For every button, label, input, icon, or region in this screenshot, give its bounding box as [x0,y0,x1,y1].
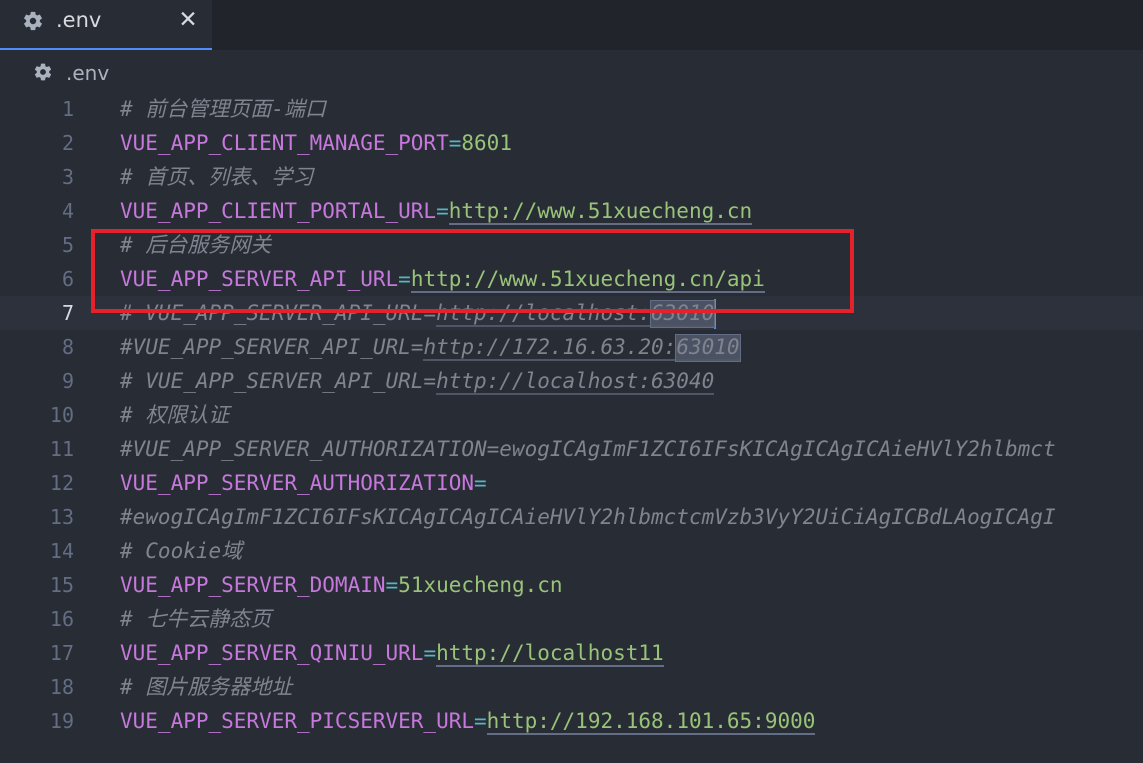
code-line[interactable]: 9 # VUE_APP_SERVER_API_URL=http://localh… [0,364,1143,398]
line-number: 9 [61,369,74,393]
env-value: 51xuecheng.cn [398,573,563,597]
url-link[interactable]: http://localhost11 [436,641,664,667]
equals-sign: = [436,199,449,223]
line-number: 16 [49,607,74,631]
equals-sign: = [398,267,411,291]
comment-text: # 图片服务器地址 [120,675,293,699]
equals-sign: = [448,131,462,155]
url-link[interactable]: http://192.168.101.65:9000 [486,709,816,735]
line-number: 4 [61,199,74,223]
env-key: VUE_APP_SERVER_AUTHORIZATION [120,471,475,495]
env-key: VUE_APP_CLIENT_MANAGE_PORT [120,131,449,155]
comment-text: # 权限认证 [120,403,230,427]
code-line[interactable]: 13 #ewogICAgImF1ZCI6IFsKICAgICAgICAieHVl… [0,500,1143,534]
comment-text: # VUE_APP_SERVER_API_URL= [120,301,437,325]
code-line[interactable]: 5 # 后台服务网关 [0,228,1143,262]
url-link[interactable]: http://www.51xuecheng.cn [448,199,753,225]
line-number: 10 [49,403,74,427]
line-number: 19 [49,709,74,733]
code-line[interactable]: 4 VUE_APP_CLIENT_PORTAL_URL=http://www.5… [0,194,1143,228]
env-key: VUE_APP_SERVER_DOMAIN [120,573,386,597]
code-line[interactable]: 12 VUE_APP_SERVER_AUTHORIZATION= [0,466,1143,500]
equals-sign: = [474,471,487,495]
equals-sign: = [385,573,399,597]
comment-text: # VUE_APP_SERVER_API_URL= [120,369,437,393]
tab-env[interactable]: .env ✕ [0,0,212,50]
line-number: 2 [61,131,74,155]
code-editor[interactable]: 1 # 前台管理页面-端口 2 VUE_APP_CLIENT_MANAGE_PO… [0,92,1143,763]
code-line[interactable]: 14 # Cookie域 [0,534,1143,568]
gear-icon [33,62,53,82]
env-key: VUE_APP_CLIENT_PORTAL_URL [120,199,437,223]
code-line[interactable]: 10 # 权限认证 [0,398,1143,432]
comment-url[interactable]: http://localhost:63040 [436,369,715,395]
line-number: 7 [61,301,74,325]
comment-text: # 首页、列表、学习 [120,165,314,189]
line-number: 1 [61,97,74,121]
code-line[interactable]: 16 # 七牛云静态页 [0,602,1143,636]
code-line-current[interactable]: 7 # VUE_APP_SERVER_API_URL=http://localh… [0,296,1143,330]
env-key: VUE_APP_SERVER_QINIU_URL [120,641,424,665]
code-line[interactable]: 18 # 图片服务器地址 [0,670,1143,704]
comment-text: # 后台服务网关 [120,233,272,257]
line-number: 17 [49,641,74,665]
line-number: 15 [49,573,74,597]
line-number: 5 [61,233,74,257]
line-number: 18 [49,675,74,699]
line-number: 12 [49,471,74,495]
tab-bar: .env ✕ [0,0,1143,50]
line-number: 11 [49,437,74,461]
url-link[interactable]: http://www.51xuecheng.cn/api [410,267,765,293]
code-line[interactable]: 11 #VUE_APP_SERVER_AUTHORIZATION=ewogICA… [0,432,1143,466]
line-number: 6 [61,267,74,291]
code-line[interactable]: 8 #VUE_APP_SERVER_API_URL=http://172.16.… [0,330,1143,364]
line-number: 8 [61,335,74,359]
code-line[interactable]: 6 VUE_APP_SERVER_API_URL=http://www.51xu… [0,262,1143,296]
line-number: 13 [49,505,74,529]
comment-text: #ewogICAgImF1ZCI6IFsKICAgICAgICAieHVlY2h… [120,505,1056,529]
equals-sign: = [423,641,437,665]
comment-url[interactable]: http://172.16.63.20: [423,335,677,361]
code-line[interactable]: 3 # 首页、列表、学习 [0,160,1143,194]
code-line[interactable]: 19 VUE_APP_SERVER_PICSERVER_URL=http://1… [0,704,1143,738]
breadcrumb: .env [0,52,1143,92]
comment-text: # 七牛云静态页 [120,607,272,631]
code-line[interactable]: 15 VUE_APP_SERVER_DOMAIN=51xuecheng.cn [0,568,1143,602]
text-cursor [714,299,717,329]
comment-text: #VUE_APP_SERVER_API_URL= [120,335,424,359]
breadcrumb-file[interactable]: .env [66,61,109,85]
env-key: VUE_APP_SERVER_PICSERVER_URL [120,709,475,733]
comment-text: # 前台管理页面-端口 [120,97,326,121]
line-number: 3 [61,165,74,189]
comment-text: # Cookie域 [120,539,243,563]
comment-url[interactable]: http://localhost: [436,301,652,327]
selection-highlight[interactable]: 63010 [675,334,741,362]
selection-highlight[interactable]: 63010 [650,300,716,328]
code-line[interactable]: 17 VUE_APP_SERVER_QINIU_URL=http://local… [0,636,1143,670]
env-key: VUE_APP_SERVER_API_URL [120,267,399,291]
code-line[interactable]: 2 VUE_APP_CLIENT_MANAGE_PORT=8601 [0,126,1143,160]
comment-text: #VUE_APP_SERVER_AUTHORIZATION=ewogICAgIm… [120,437,1056,461]
code-line[interactable]: 1 # 前台管理页面-端口 [0,92,1143,126]
equals-sign: = [474,709,487,733]
gear-icon [22,10,44,32]
tab-title: .env [56,8,102,32]
env-value: 8601 [461,131,512,155]
close-icon[interactable]: ✕ [176,6,200,34]
line-number: 14 [49,539,74,563]
